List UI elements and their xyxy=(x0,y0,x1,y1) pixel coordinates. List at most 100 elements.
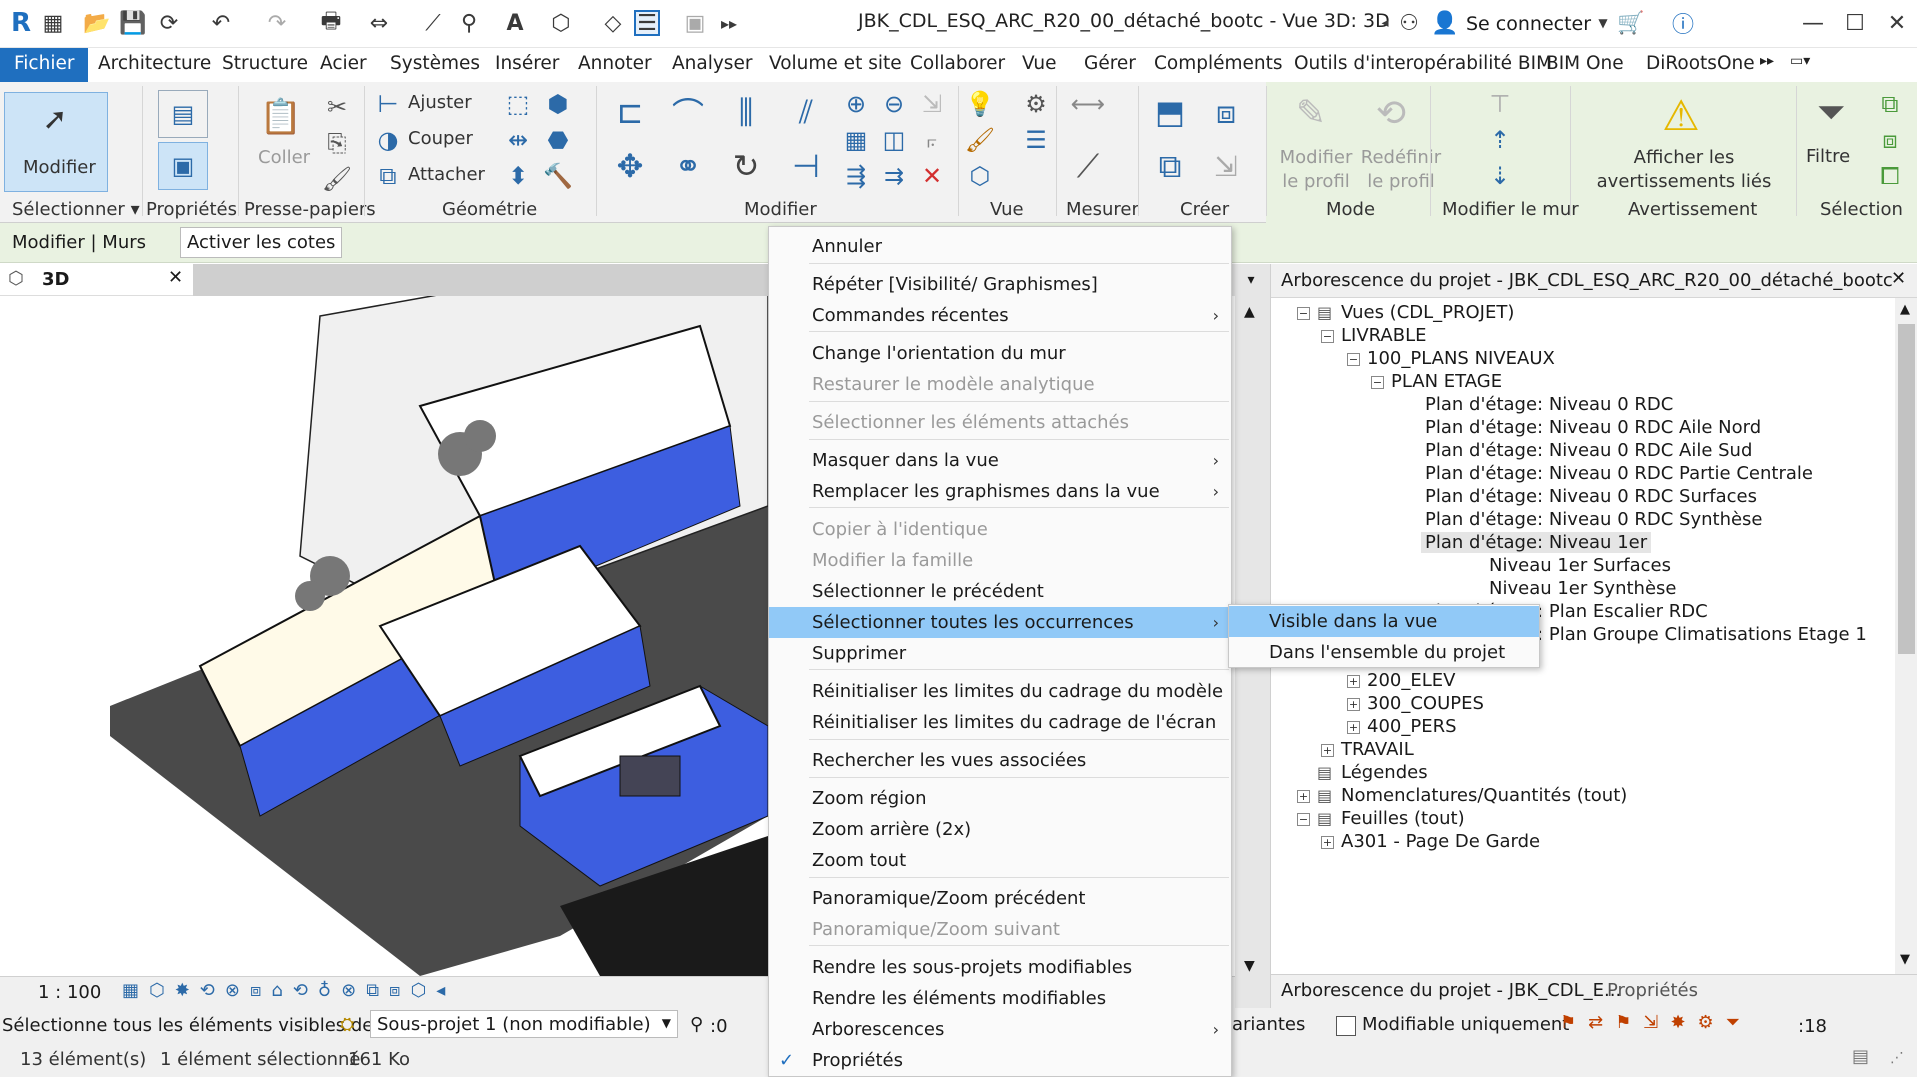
more-icon[interactable]: ▸▸ xyxy=(716,10,742,36)
offset-icon[interactable]: ⌒ xyxy=(666,90,710,134)
context-menu-item[interactable]: Supprimer xyxy=(769,638,1231,669)
print-icon[interactable]: 🖶 xyxy=(318,9,344,36)
tree-expander-icon[interactable]: − xyxy=(1297,813,1310,826)
context-menu-item[interactable]: Réinitialiser les limites du cadrage du … xyxy=(769,676,1231,707)
tree-node[interactable]: Plan d'étage: Niveau 0 RDC xyxy=(1425,394,1673,415)
tree-expander-icon[interactable]: − xyxy=(1297,307,1310,320)
select-pinned-icon[interactable]: ⧠ xyxy=(1876,162,1904,190)
select-links-icon[interactable]: ⧉ xyxy=(1876,90,1904,118)
geometry-tool-2-icon[interactable]: ⬢ xyxy=(544,90,572,118)
browser-scroll-down-icon[interactable]: ▼ xyxy=(1900,952,1910,967)
tree-node[interactable]: Plan d'étage: Niveau 1er xyxy=(1421,532,1652,553)
array-icon[interactable]: ▦ xyxy=(842,126,870,154)
geometry-tool-5-icon[interactable]: ⬍ xyxy=(504,162,532,190)
context-menu-item[interactable]: Sélectionner toutes les occurrences › xyxy=(769,607,1231,638)
scroll-up-icon[interactable]: ▲ xyxy=(1244,304,1255,320)
geometry-tool-6-icon[interactable]: 🔨 xyxy=(543,162,573,190)
panel-toggle-icon[interactable]: ▭▾ xyxy=(1790,53,1810,69)
dropdown-icon[interactable]: ▼ xyxy=(1590,10,1616,36)
create-part-icon[interactable]: ⬒ xyxy=(1148,90,1192,134)
tab-collaborer[interactable]: Collaborer xyxy=(910,53,1005,74)
copy-element-icon[interactable]: ⚭ xyxy=(666,144,710,188)
override-icon[interactable]: ⚙ xyxy=(1022,90,1050,118)
select-links-status-icon[interactable]: ⚲ xyxy=(690,1014,703,1035)
trim-icon[interactable]: ⊢ xyxy=(374,90,402,118)
revit-logo-icon[interactable]: R xyxy=(8,8,34,38)
help-icon[interactable]: ⓘ xyxy=(1670,10,1696,38)
tree-node[interactable]: 300_COUPES xyxy=(1367,693,1484,714)
measure-along-icon[interactable]: ⟋ xyxy=(1066,144,1110,188)
filter-icon[interactable]: ⏷ xyxy=(1806,88,1856,138)
tree-node[interactable]: Niveau 1er Surfaces xyxy=(1489,555,1671,576)
tree-node[interactable]: 200_ELEV xyxy=(1367,670,1455,691)
tree-expander-icon[interactable]: + xyxy=(1321,744,1334,757)
context-menu-item[interactable]: Annuler xyxy=(769,231,1231,262)
save-icon[interactable]: 💾 xyxy=(119,10,146,36)
context-menu-item[interactable]: Zoom tout xyxy=(769,845,1231,876)
scale-button[interactable]: 1 : 100 xyxy=(38,982,101,1003)
cube-icon[interactable]: ⬡ xyxy=(966,162,994,190)
unpin-gray-icon[interactable]: ⇲ xyxy=(918,90,946,118)
view-controls-icons[interactable]: ▦⬡✸⟲⊗⧈⌂⟲♁⊗⧉⧈⬡◂ xyxy=(122,980,455,1001)
split-icon[interactable]: ⊕ xyxy=(842,90,870,118)
tab-vue[interactable]: Vue xyxy=(1022,53,1057,74)
attach-top-icon[interactable]: ⊤ xyxy=(1486,90,1514,118)
tab-inserer[interactable]: Insérer xyxy=(495,53,559,74)
context-menu-item[interactable]: Panoramique/Zoom précédent xyxy=(769,883,1231,914)
tab-interop[interactable]: Outils d'interopérabilité BIM xyxy=(1294,53,1552,74)
close-view-icon[interactable]: ✕ xyxy=(168,267,183,288)
tree-node[interactable]: A301 - Page De Garde xyxy=(1341,831,1540,852)
layout-icon[interactable]: ▤ xyxy=(1852,1046,1869,1067)
visible-in-view-item[interactable]: Visible dans la vue xyxy=(1229,606,1539,637)
align-icon[interactable]: ⊏ xyxy=(608,90,652,134)
user-icon[interactable]: 👤 xyxy=(1431,10,1458,36)
cart-icon[interactable]: 🛒 xyxy=(1617,10,1644,36)
tree-node[interactable]: Plan d'étage: Niveau 0 RDC Aile Nord xyxy=(1425,417,1761,438)
text-icon[interactable]: A xyxy=(502,10,528,36)
tree-node[interactable]: Plan d'étage: Niveau 0 RDC Partie Centra… xyxy=(1425,463,1813,484)
cut-geometry-icon[interactable]: ◑ xyxy=(374,126,402,154)
select-group-label[interactable]: Sélectionner ▾ xyxy=(12,199,140,220)
close-window-icon[interactable]: ✕ xyxy=(1884,10,1910,36)
copy-icon[interactable]: ⎘ xyxy=(322,128,352,158)
context-menu-item[interactable]: Rendre les sous-projets modifiables xyxy=(769,952,1231,983)
tab-volume[interactable]: Volume et site xyxy=(769,53,902,74)
geometry-tool-1-icon[interactable]: ⬚ xyxy=(504,90,532,118)
cut-button[interactable]: Couper xyxy=(408,128,473,149)
unpin-icon[interactable]: ◫ xyxy=(880,126,908,154)
attach-icon[interactable]: ⇡ xyxy=(1486,126,1514,154)
type-properties-icon[interactable]: ▤ xyxy=(158,90,208,138)
delete-icon[interactable]: ✕ xyxy=(918,162,946,190)
tree-expander-icon[interactable]: − xyxy=(1321,330,1334,343)
sync-icon[interactable]: ⟳ xyxy=(156,10,182,36)
tab-analyser[interactable]: Analyser xyxy=(672,53,752,74)
mirror-draw-icon[interactable]: ⫽ xyxy=(784,90,828,134)
browser-scrollbar[interactable]: ▲ ▼ xyxy=(1895,298,1917,974)
context-menu-item[interactable]: Rechercher les vues associées xyxy=(769,745,1231,776)
context-menu-item[interactable]: Remplacer les graphismes dans la vue › xyxy=(769,476,1231,507)
tree-node[interactable]: 400_PERS xyxy=(1367,716,1457,737)
tree-expander-icon[interactable]: + xyxy=(1347,675,1360,688)
brush-icon[interactable]: 🖌 xyxy=(965,126,995,154)
section-icon[interactable]: ◇ xyxy=(600,10,626,36)
minimize-icon[interactable]: — xyxy=(1800,10,1826,36)
more-tabs-icon[interactable]: ▸▸ xyxy=(1760,53,1774,69)
context-menu-item[interactable]: Rendre les éléments modifiables xyxy=(769,983,1231,1014)
tree-node[interactable]: Plan d'étage: Niveau 0 RDC Surfaces xyxy=(1425,486,1757,507)
workset-icon[interactable]: ⛭ xyxy=(340,1014,354,1035)
filter-button[interactable]: Filtre xyxy=(1806,146,1850,167)
edit-profile-icon[interactable]: ✎ xyxy=(1286,88,1336,138)
browser-tab-properties[interactable]: Propriétés xyxy=(1607,980,1698,1001)
context-menu-item[interactable]: Sélectionner le précédent xyxy=(769,576,1231,607)
browser-tab-project[interactable]: Arborescence du projet - JBK_CDL_E... xyxy=(1281,980,1621,1001)
tab-gerer[interactable]: Gérer xyxy=(1084,53,1136,74)
scale-icon[interactable]: ⇶ xyxy=(842,162,870,190)
login-link[interactable]: Se connecter xyxy=(1466,13,1591,35)
context-menu-item[interactable]: Commandes récentes › xyxy=(769,300,1231,331)
mirror-pick-icon[interactable]: ⫼ xyxy=(724,90,768,134)
switch-windows-icon[interactable]: ▣ xyxy=(682,10,708,36)
browser-close-icon[interactable]: ✕ xyxy=(1891,268,1906,289)
tree-node[interactable]: PLAN ETAGE xyxy=(1391,371,1502,392)
bulb-icon[interactable]: 💡 xyxy=(965,90,995,118)
context-menu-item[interactable]: Arborescences › xyxy=(769,1014,1231,1045)
